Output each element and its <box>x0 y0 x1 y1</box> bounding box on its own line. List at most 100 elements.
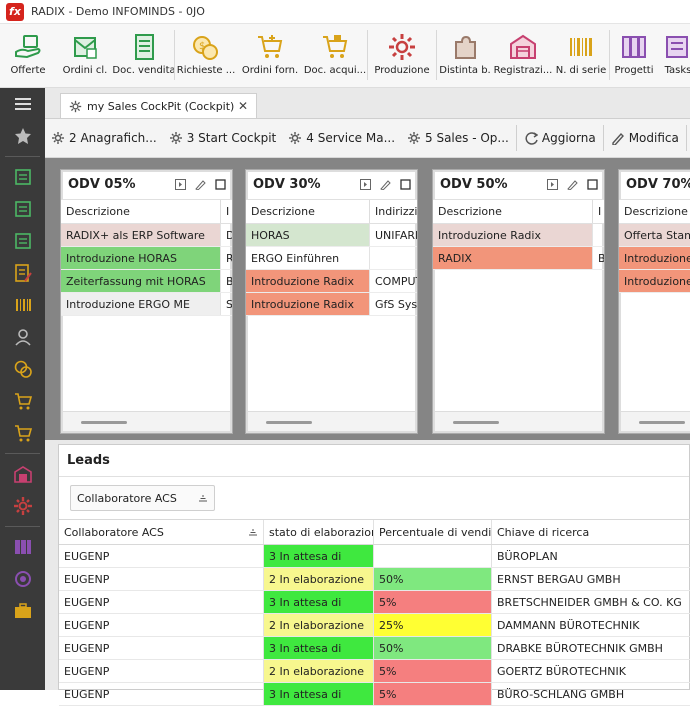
grid-column-header[interactable]: Chiave di ricerca <box>492 520 690 544</box>
table-row[interactable]: EUGENP 3 In attesa di 5% BRETSCHNEIDER G… <box>59 591 690 614</box>
grid-column-header[interactable]: Collaboratore ACS <box>59 520 264 544</box>
sidebar-item-cart[interactable] <box>0 417 45 449</box>
group-by-chip[interactable]: Collaboratore ACS <box>70 485 215 511</box>
tab-sales-cockpit[interactable]: my Sales CockPit (Cockpit) ✕ <box>60 93 257 118</box>
maximize-icon[interactable] <box>400 179 411 190</box>
ribbon-button-label: Produzione <box>374 65 430 76</box>
sidebar-item-cart-plus[interactable] <box>0 385 45 417</box>
export-icon[interactable] <box>360 179 371 190</box>
sidebar-item-target[interactable] <box>0 563 45 595</box>
sidebar-item-briefcase[interactable] <box>0 595 45 627</box>
horizontal-scrollbar[interactable] <box>639 421 685 424</box>
sidebar-item-sales-document[interactable] <box>0 225 45 257</box>
ribbon-button-label: Ordini cl. <box>62 65 108 76</box>
card-row[interactable]: Introduzione HORASR <box>61 247 232 270</box>
sidebar-item-document-edit[interactable] <box>0 257 45 289</box>
column-header[interactable]: Indirizzi- <box>370 200 417 223</box>
sales-document-icon <box>14 233 31 249</box>
ribbon-button-cart-plus[interactable]: Ordini forn. <box>237 24 303 87</box>
ribbon-button-label: Offerte <box>10 65 46 76</box>
card-row[interactable]: Introduzione R <box>619 247 690 270</box>
pencil-icon[interactable] <box>380 179 391 190</box>
sidebar-item-person[interactable] <box>0 321 45 353</box>
export-icon[interactable] <box>547 179 558 190</box>
toolbar-button-0[interactable]: 2 Anagrafich... <box>45 131 163 145</box>
ribbon-button-cart[interactable]: Doc. acqui... <box>303 24 367 87</box>
toolbar-button-5[interactable]: Modifica <box>605 131 685 145</box>
sidebar-item-warehouse[interactable] <box>0 458 45 490</box>
card-row[interactable]: Introduzione Radix GfS Syst <box>246 293 417 316</box>
maximize-icon[interactable] <box>587 179 598 190</box>
card-row[interactable]: Introduzione R <box>619 270 690 293</box>
warehouse-icon <box>13 466 32 483</box>
ribbon-button-gear[interactable]: Produzione <box>368 24 436 87</box>
grid-column-header[interactable]: stato di elaborazione <box>264 520 374 544</box>
close-icon[interactable]: ✕ <box>238 99 248 113</box>
row-description: HORAS <box>246 224 370 246</box>
table-row[interactable]: EUGENP 2 In elaborazione 5% GOERTZ BÜROT… <box>59 660 690 683</box>
ribbon-button-barcode[interactable]: N. di serie <box>553 24 609 87</box>
ribbon-button-customer-order[interactable]: Ordini cl. <box>56 24 114 87</box>
cell-percent: 5% <box>374 683 492 705</box>
card-row[interactable]: Offerta Stamp <box>619 224 690 247</box>
ribbon-button-offer-hand[interactable]: Offerte <box>0 24 56 87</box>
gear-icon <box>169 132 182 144</box>
card-column-header: Descrizione <box>619 200 690 224</box>
ribbon-button-warehouse[interactable]: Registrazi... <box>493 24 553 87</box>
horizontal-scrollbar[interactable] <box>453 421 499 424</box>
ribbon-button-tasks[interactable]: Tasks <box>658 24 690 87</box>
odv-card: ODV 70%DescrizioneOfferta StampIntroduzi… <box>618 169 690 434</box>
document-edit-icon <box>14 264 32 282</box>
pencil-icon[interactable] <box>567 179 578 190</box>
column-header[interactable]: I <box>593 200 604 223</box>
table-row[interactable]: EUGENP 3 In attesa di BÜROPLAN <box>59 545 690 568</box>
ribbon-button-binders[interactable]: Progetti <box>610 24 658 87</box>
grid-column-header[interactable]: Percentuale di vendita <box>374 520 492 544</box>
toolbar-button-1[interactable]: 3 Start Cockpit <box>163 131 283 145</box>
horizontal-scrollbar[interactable] <box>81 421 127 424</box>
column-header[interactable]: Descrizione <box>246 200 370 223</box>
sort-icon[interactable] <box>248 527 258 537</box>
horizontal-scrollbar[interactable] <box>266 421 312 424</box>
ribbon-button-sales-document[interactable]: Doc. vendita <box>112 24 176 87</box>
sidebar-item-offer[interactable] <box>0 161 45 193</box>
svg-text:$: $ <box>199 41 205 52</box>
card-row[interactable]: RADIX+ als ERP SoftwareD <box>61 224 232 247</box>
tasks-icon <box>666 36 688 58</box>
column-header[interactable]: I <box>221 200 232 223</box>
ribbon-button-puzzle[interactable]: Distinta b. <box>437 24 493 87</box>
sidebar-item-customer-order[interactable] <box>0 193 45 225</box>
pencil-icon[interactable] <box>195 179 206 190</box>
toolbar-button-3[interactable]: 5 Sales - Op... <box>401 131 515 145</box>
export-icon[interactable] <box>175 179 186 190</box>
card-row[interactable]: Introduzione Radix COMPUT <box>246 270 417 293</box>
card-row[interactable]: ERGO Einführen <box>246 247 417 270</box>
toolbar-separator <box>515 125 517 151</box>
card-row[interactable]: HORAS UNIFARI <box>246 224 417 247</box>
card-row[interactable]: Introduzione Radix <box>433 224 604 247</box>
card-row[interactable]: Zeiterfassung mit HORASB <box>61 270 232 293</box>
toolbar-button-2[interactable]: 4 Service Ma... <box>282 131 401 145</box>
table-row[interactable]: EUGENP 3 In attesa di 5% BÜRO-SCHLANG GM… <box>59 683 690 706</box>
sidebar-item-barcode[interactable] <box>0 289 45 321</box>
table-row[interactable]: EUGENP 2 In elaborazione 50% ERNST BERGA… <box>59 568 690 591</box>
column-header[interactable]: Descrizione <box>433 200 593 223</box>
card-row[interactable]: RADIXB <box>433 247 604 270</box>
ribbon-button-coins[interactable]: $ Richieste ... <box>175 24 237 87</box>
sidebar-item-star[interactable] <box>0 120 45 152</box>
sidebar-item-binders[interactable] <box>0 531 45 563</box>
main-content: my Sales CockPit (Cockpit) ✕ 2 Anagrafic… <box>45 88 690 706</box>
card-row[interactable]: Introduzione ERGO MES <box>61 293 232 316</box>
sidebar-item-coins[interactable] <box>0 353 45 385</box>
column-header[interactable]: Descrizione <box>61 200 221 223</box>
cell-user: EUGENP <box>59 660 264 682</box>
toolbar-button-4[interactable]: Aggiorna <box>518 131 602 145</box>
maximize-icon[interactable] <box>215 179 226 190</box>
cell-search-key: DAMMANN BÜROTECHNIK <box>497 618 640 632</box>
column-header[interactable]: Descrizione <box>619 200 690 223</box>
table-row[interactable]: EUGENP 3 In attesa di 50% DRABKE BÜROTEC… <box>59 637 690 660</box>
sidebar-item-menu[interactable] <box>0 88 45 120</box>
sort-icon[interactable] <box>198 493 208 503</box>
sidebar-item-gear[interactable] <box>0 490 45 522</box>
table-row[interactable]: EUGENP 2 In elaborazione 25% DAMMANN BÜR… <box>59 614 690 637</box>
